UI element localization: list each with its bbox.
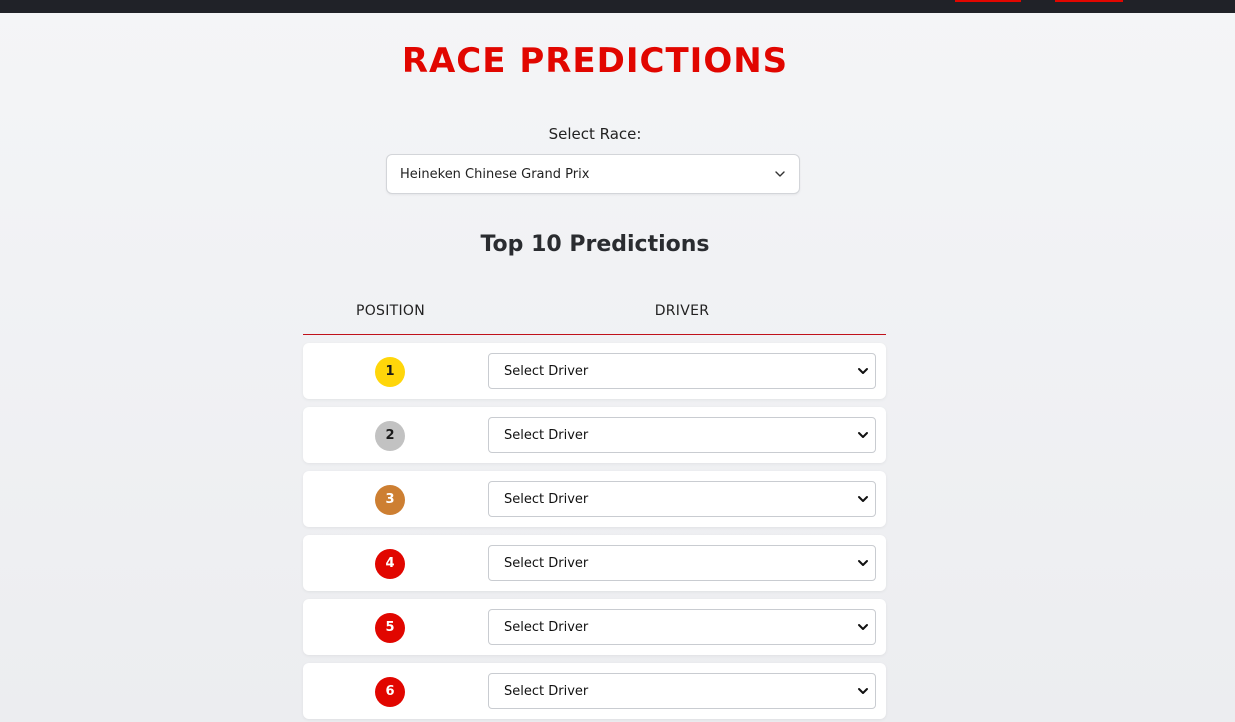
chevron-down-icon bbox=[858, 560, 868, 566]
position-badge: 6 bbox=[375, 677, 405, 707]
nav-button-partial[interactable] bbox=[955, 0, 1021, 2]
driver-select[interactable]: Select Driver bbox=[488, 417, 876, 453]
driver-select-value: Select Driver bbox=[504, 364, 589, 379]
chevron-down-icon bbox=[858, 688, 868, 694]
driver-select[interactable]: Select Driver bbox=[488, 481, 876, 517]
prediction-row: 3 Select Driver bbox=[303, 471, 886, 527]
driver-select-value: Select Driver bbox=[504, 620, 589, 635]
prediction-row: 6 Select Driver bbox=[303, 663, 886, 719]
position-badge: 2 bbox=[375, 421, 405, 451]
driver-select[interactable]: Select Driver bbox=[488, 353, 876, 389]
prediction-row: 1 Select Driver bbox=[303, 343, 886, 399]
driver-header: DRIVER bbox=[654, 303, 710, 319]
predictions-heading: Top 10 Predictions bbox=[480, 232, 710, 257]
driver-select-value: Select Driver bbox=[504, 428, 589, 443]
position-header: POSITION bbox=[355, 303, 426, 319]
driver-select-value: Select Driver bbox=[504, 492, 589, 507]
table-header: POSITION DRIVER bbox=[303, 296, 886, 335]
prediction-row: 4 Select Driver bbox=[303, 535, 886, 591]
position-badge: 1 bbox=[375, 357, 405, 387]
chevron-down-icon bbox=[858, 432, 868, 438]
chevron-down-icon bbox=[858, 368, 868, 374]
race-select[interactable]: Heineken Chinese Grand Prix bbox=[386, 154, 800, 194]
page: RACE PREDICTIONS Select Race: Heineken C… bbox=[0, 0, 1235, 722]
chevron-down-icon bbox=[858, 624, 868, 630]
prediction-row: 2 Select Driver bbox=[303, 407, 886, 463]
prediction-row: 5 Select Driver bbox=[303, 599, 886, 655]
position-badge: 3 bbox=[375, 485, 405, 515]
chevron-down-icon bbox=[858, 496, 868, 502]
position-badge: 5 bbox=[375, 613, 405, 643]
position-badge: 4 bbox=[375, 549, 405, 579]
driver-select[interactable]: Select Driver bbox=[488, 673, 876, 709]
driver-select-value: Select Driver bbox=[504, 556, 589, 571]
driver-select[interactable]: Select Driver bbox=[488, 545, 876, 581]
page-title: RACE PREDICTIONS bbox=[401, 41, 789, 81]
prediction-rows: 1 Select Driver 2 Select Driver 3 Select Driv… bbox=[303, 343, 886, 722]
top-navbar bbox=[0, 0, 1235, 13]
driver-select[interactable]: Select Driver bbox=[488, 609, 876, 645]
nav-button-partial[interactable] bbox=[1055, 0, 1123, 2]
chevron-down-icon bbox=[775, 171, 785, 177]
driver-select-value: Select Driver bbox=[504, 684, 589, 699]
select-race-label: Select Race: bbox=[548, 125, 642, 143]
race-select-value: Heineken Chinese Grand Prix bbox=[400, 167, 590, 182]
